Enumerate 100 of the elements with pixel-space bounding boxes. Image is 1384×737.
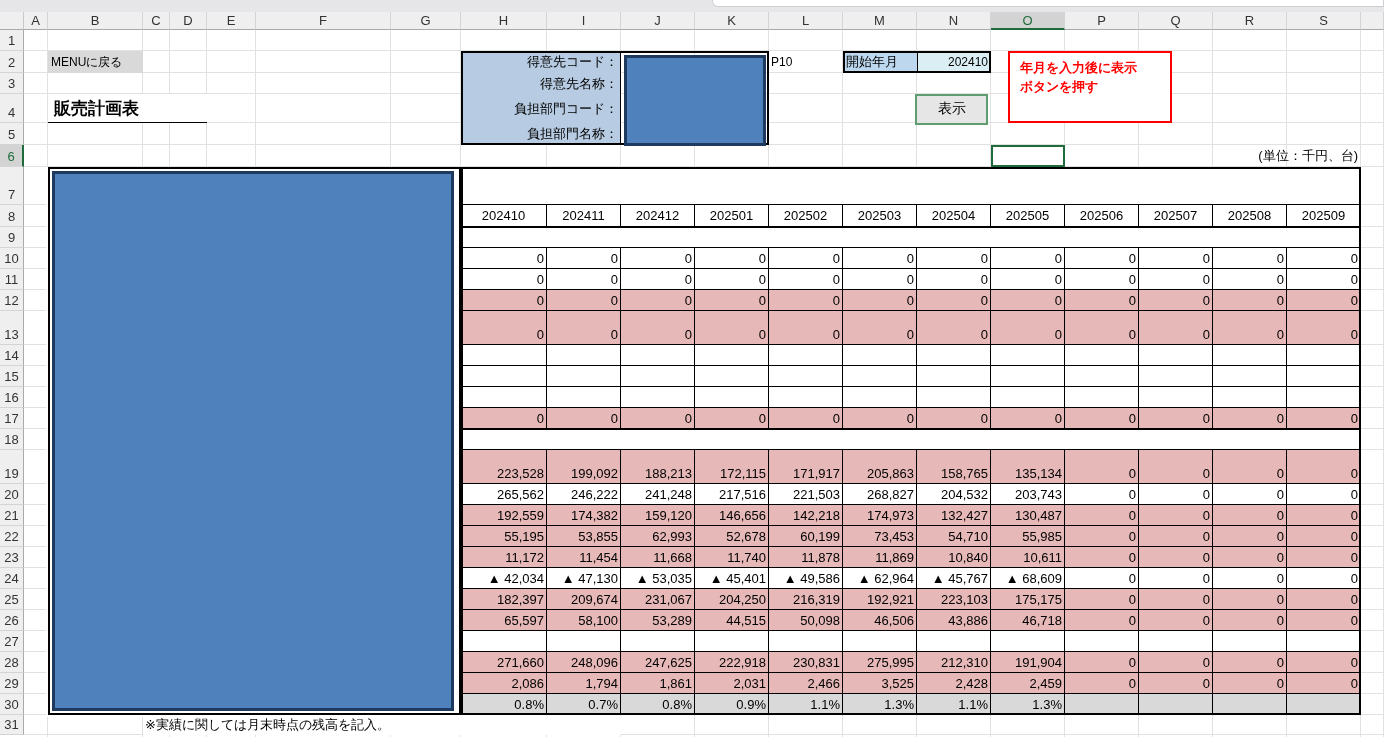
column-header[interactable]: C <box>143 12 170 30</box>
column-header[interactable]: E <box>207 12 256 30</box>
table-cell: 248,096 <box>547 652 621 673</box>
table-cell: 0 <box>1139 505 1213 526</box>
column-header[interactable]: M <box>843 12 917 30</box>
row-header[interactable]: 9 <box>0 227 24 248</box>
table-cell: 3,525 <box>843 673 917 694</box>
table-cell: 271,660 <box>461 652 547 673</box>
table-cell: 58,100 <box>547 610 621 631</box>
column-header[interactable]: H <box>461 12 547 30</box>
row-header[interactable]: 14 <box>0 345 24 366</box>
table-cell: 247,625 <box>621 652 695 673</box>
menu-button[interactable]: MENUに戻る <box>48 51 143 73</box>
row-header[interactable]: 28 <box>0 652 24 673</box>
row-header[interactable]: 12 <box>0 290 24 311</box>
column-header[interactable]: K <box>695 12 769 30</box>
table-cell: 221,503 <box>769 484 843 505</box>
column-header[interactable]: Q <box>1139 12 1213 30</box>
table-cell: 209,674 <box>547 589 621 610</box>
row-header[interactable]: 25 <box>0 589 24 610</box>
table-cell: 0 <box>1213 547 1287 568</box>
field-label: 負担部門名称： <box>461 123 621 145</box>
table-cell: 0 <box>1065 450 1139 484</box>
table-cell: 11,740 <box>695 547 769 568</box>
table-cell: 199,092 <box>547 450 621 484</box>
row-header[interactable]: 6 <box>0 145 24 167</box>
table-cell: 0 <box>1065 526 1139 547</box>
row-header[interactable]: 1 <box>0 30 24 51</box>
table-cell: 50,098 <box>769 610 843 631</box>
column-header[interactable]: S <box>1287 12 1361 30</box>
row-header[interactable]: 27 <box>0 631 24 652</box>
row-header[interactable]: 20 <box>0 484 24 505</box>
row-header[interactable]: 4 <box>0 94 24 123</box>
table-cell: 10,611 <box>991 547 1065 568</box>
table-cell: 54,710 <box>917 526 991 547</box>
table-cell: 0 <box>1139 408 1213 429</box>
table-cell: 223,528 <box>461 450 547 484</box>
column-header[interactable]: P <box>1065 12 1139 30</box>
row-header[interactable]: 31 <box>0 715 24 735</box>
table-cell: 0 <box>1287 311 1361 345</box>
column-header[interactable]: L <box>769 12 843 30</box>
table-cell: 174,973 <box>843 505 917 526</box>
table-cell: 0 <box>547 408 621 429</box>
column-header[interactable]: G <box>391 12 461 30</box>
row-header[interactable]: 13 <box>0 311 24 345</box>
column-header[interactable]: F <box>256 12 391 30</box>
column-header[interactable]: J <box>621 12 695 30</box>
row-header[interactable]: 3 <box>0 73 24 94</box>
table-cell: 2,459 <box>991 673 1065 694</box>
row-header[interactable]: 26 <box>0 610 24 631</box>
row-header[interactable]: 10 <box>0 248 24 269</box>
table-cell: 0 <box>769 269 843 290</box>
table-cell: 0 <box>695 269 769 290</box>
row-header[interactable]: 22 <box>0 526 24 547</box>
table-cell: 0 <box>1213 526 1287 547</box>
month-header: 202411 <box>547 205 621 227</box>
column-header[interactable]: N <box>917 12 991 30</box>
row-header[interactable]: 30 <box>0 694 24 715</box>
table-cell: 1.3% <box>991 694 1065 715</box>
table-cell: 174,382 <box>547 505 621 526</box>
row-header[interactable]: 21 <box>0 505 24 526</box>
row-header[interactable]: 17 <box>0 408 24 429</box>
table-cell: 0 <box>461 290 547 311</box>
table-cell: 0 <box>1287 673 1361 694</box>
column-header[interactable]: D <box>170 12 207 30</box>
table-cell: 275,995 <box>843 652 917 673</box>
row-header[interactable]: 16 <box>0 387 24 408</box>
row-header[interactable]: 23 <box>0 547 24 568</box>
row-header[interactable]: 2 <box>0 51 24 73</box>
show-button[interactable]: 表示 <box>915 93 988 125</box>
table-cell: 0 <box>695 408 769 429</box>
column-header[interactable]: B <box>48 12 143 30</box>
column-header[interactable]: R <box>1213 12 1287 30</box>
row-header[interactable]: 29 <box>0 673 24 694</box>
table-cell: 0 <box>1213 589 1287 610</box>
table-cell: 44,515 <box>695 610 769 631</box>
table-cell: 0 <box>769 311 843 345</box>
row-header[interactable]: 18 <box>0 429 24 450</box>
table-cell: 0 <box>769 408 843 429</box>
row-header[interactable]: 7 <box>0 167 24 205</box>
field-label: 得意先名称： <box>461 73 621 94</box>
row-header[interactable]: 8 <box>0 205 24 227</box>
column-header[interactable]: A <box>24 12 48 30</box>
column-header[interactable]: O <box>991 12 1065 30</box>
row-header[interactable]: 19 <box>0 450 24 484</box>
row-header[interactable]: 15 <box>0 366 24 387</box>
row-header[interactable]: 11 <box>0 269 24 290</box>
row-header[interactable]: 5 <box>0 123 24 145</box>
table-cell: 0 <box>1213 652 1287 673</box>
table-cell: ▲ 49,586 <box>769 568 843 589</box>
column-header[interactable]: I <box>547 12 621 30</box>
row-header[interactable]: 24 <box>0 568 24 589</box>
table-cell: 0 <box>695 248 769 269</box>
select-all-corner[interactable] <box>0 12 24 30</box>
table-cell: 0 <box>1287 610 1361 631</box>
table-cell: 0 <box>1065 484 1139 505</box>
formula-bar[interactable] <box>712 0 1384 7</box>
table-cell: ▲ 42,034 <box>461 568 547 589</box>
table-cell: 205,863 <box>843 450 917 484</box>
active-cell[interactable] <box>991 145 1065 167</box>
